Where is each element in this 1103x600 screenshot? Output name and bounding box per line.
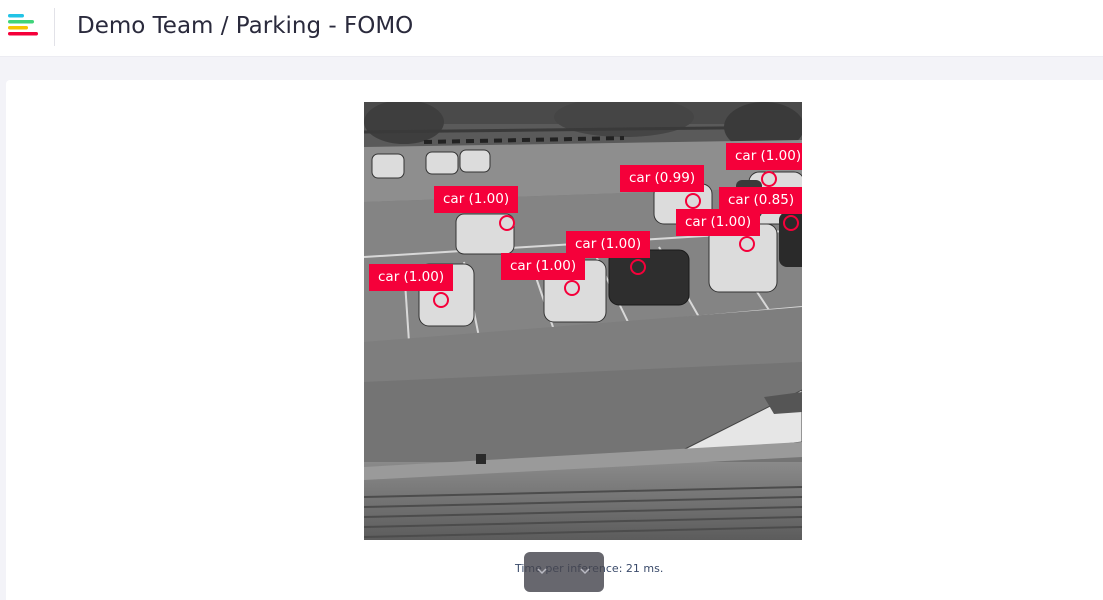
- detection-label: car (1.00): [369, 264, 454, 291]
- detection-marker: [761, 171, 777, 187]
- detection-marker: [783, 215, 799, 231]
- chevron-down-icon[interactable]: [580, 566, 590, 576]
- detection-marker: [630, 259, 646, 275]
- header-divider: [54, 8, 55, 46]
- detection-label: car (1.00): [434, 186, 519, 213]
- chevron-down-icon[interactable]: [537, 566, 547, 576]
- detection-marker: [433, 292, 449, 308]
- detection-label: car (1.00): [676, 209, 761, 236]
- page-title: Demo Team / Parking - FOMO: [77, 13, 414, 39]
- detection-label: car (1.00): [501, 253, 586, 280]
- edge-impulse-logo-icon[interactable]: [6, 13, 40, 37]
- main-panel: car (1.00) car (0.99) car (1.00) car (0.…: [6, 80, 1103, 600]
- detection-marker: [564, 280, 580, 296]
- detection-label: car (1.00): [726, 143, 802, 170]
- camera-feed: car (1.00) car (0.99) car (1.00) car (0.…: [364, 102, 802, 540]
- detection-label: car (0.99): [620, 165, 705, 192]
- detection-marker: [685, 193, 701, 209]
- detection-marker: [739, 236, 755, 252]
- top-bar: Demo Team / Parking - FOMO: [0, 0, 1103, 57]
- detection-marker: [499, 215, 515, 231]
- video-controls-overlay[interactable]: [524, 552, 604, 592]
